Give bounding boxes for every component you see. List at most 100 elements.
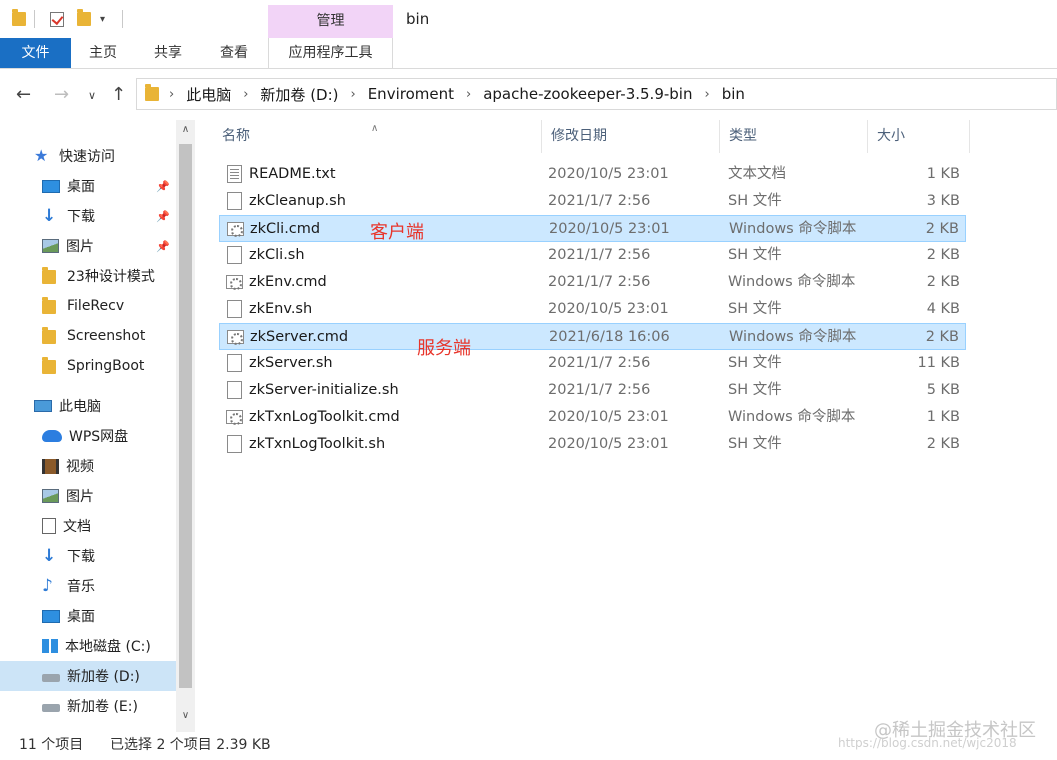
- table-row[interactable]: zkCli.cmd 2020/10/5 23:01 Windows 命令脚本 2…: [219, 215, 966, 242]
- breadcrumb-this-pc[interactable]: 此电脑: [186, 84, 231, 105]
- separator: [122, 9, 123, 29]
- breadcrumb-enviroment[interactable]: Enviroment: [368, 85, 454, 103]
- nav-item-downloads-pc[interactable]: ↓ 下载: [0, 541, 176, 571]
- nav-item-screenshot[interactable]: Screenshot: [0, 321, 176, 351]
- nav-item-desktop[interactable]: 桌面 📌: [0, 171, 176, 201]
- star-icon: ★: [34, 146, 49, 165]
- up-arrow-icon[interactable]: ↑: [111, 84, 126, 105]
- folder-icon: [145, 84, 159, 101]
- file-icon: [227, 354, 242, 372]
- table-row[interactable]: zkServer-initialize.sh 2021/1/7 2:56 SH …: [219, 377, 966, 404]
- tab-view[interactable]: 查看: [202, 38, 266, 68]
- chevron-right-icon[interactable]: ›: [351, 87, 356, 102]
- music-icon: ♪: [42, 576, 53, 596]
- cmd-file-icon: [226, 275, 243, 290]
- column-header-name[interactable]: ∧ 名称: [213, 120, 542, 153]
- tab-home[interactable]: 主页: [72, 38, 134, 68]
- new-folder-icon[interactable]: [77, 9, 91, 29]
- watermark-url: https://blog.csdn.net/wjc2018: [838, 736, 1017, 750]
- cmd-file-icon: [227, 330, 244, 345]
- back-arrow-icon[interactable]: ←: [16, 84, 31, 105]
- ribbon-tabs: 文件 主页 共享 查看 应用程序工具: [0, 38, 1057, 69]
- properties-icon[interactable]: [50, 9, 64, 29]
- table-row[interactable]: zkServer.sh 2021/1/7 2:56 SH 文件 11 KB: [219, 350, 966, 377]
- file-icon: [227, 435, 242, 453]
- nav-item-desktop-pc[interactable]: 桌面: [0, 601, 176, 631]
- column-header-date[interactable]: 修改日期: [542, 120, 720, 153]
- chevron-right-icon[interactable]: ›: [466, 87, 471, 102]
- column-header-size[interactable]: 大小: [868, 120, 970, 153]
- nav-item-pictures[interactable]: 图片 📌: [0, 231, 176, 261]
- table-row[interactable]: zkCli.sh 2021/1/7 2:56 SH 文件 2 KB: [219, 242, 966, 269]
- address-bar[interactable]: › 此电脑 › 新加卷 (D:) › Enviroment › apache-z…: [136, 78, 1057, 110]
- nav-item-videos[interactable]: 视频: [0, 451, 176, 481]
- nav-item-pictures-pc[interactable]: 图片: [0, 481, 176, 511]
- table-row[interactable]: zkCleanup.sh 2021/1/7 2:56 SH 文件 3 KB: [219, 188, 966, 215]
- nav-item-drive-d[interactable]: 新加卷 (D:): [0, 661, 176, 691]
- nav-item-drive-c[interactable]: 本地磁盘 (C:): [0, 631, 176, 661]
- table-row[interactable]: zkEnv.cmd 2021/1/7 2:56 Windows 命令脚本 2 K…: [219, 269, 966, 296]
- navigation-scrollbar[interactable]: ∧ ∨: [176, 120, 195, 732]
- navigation-pane: ★ 快速访问 桌面 📌 ↓ 下载 📌 图片 📌 23种设计模式 FileRecv…: [0, 140, 176, 732]
- annotation-server: 服务端: [417, 338, 471, 359]
- status-item-count: 11 个项目: [19, 737, 84, 753]
- file-icon: [227, 300, 242, 318]
- column-header-type[interactable]: 类型: [720, 120, 868, 153]
- pin-icon: 📌: [156, 179, 170, 193]
- nav-item-music[interactable]: ♪ 音乐: [0, 571, 176, 601]
- folder-icon: [42, 327, 60, 344]
- nav-item-wps-cloud[interactable]: WPS网盘: [0, 421, 176, 451]
- cmd-file-icon: [226, 410, 243, 425]
- windows-drive-icon: [42, 639, 58, 653]
- table-row[interactable]: zkTxnLogToolkit.sh 2020/10/5 23:01 SH 文件…: [219, 431, 966, 458]
- pictures-icon: [42, 239, 59, 253]
- chevron-right-icon[interactable]: ›: [243, 87, 248, 102]
- tab-application-tools[interactable]: 应用程序工具: [268, 38, 393, 68]
- navigation-bar: ← → ∨ ↑ › 此电脑 › 新加卷 (D:) › Enviroment › …: [0, 70, 1057, 118]
- tab-file[interactable]: 文件: [0, 38, 71, 68]
- table-row[interactable]: zkEnv.sh 2020/10/5 23:01 SH 文件 4 KB: [219, 296, 966, 323]
- chevron-right-icon[interactable]: ›: [169, 87, 174, 102]
- download-icon: ↓: [42, 546, 57, 566]
- chevron-right-icon[interactable]: ›: [704, 87, 709, 102]
- nav-item-documents[interactable]: 文档: [0, 511, 176, 541]
- scroll-up-icon[interactable]: ∧: [176, 124, 195, 135]
- desktop-icon: [42, 609, 60, 623]
- scrollbar-thumb[interactable]: [179, 144, 192, 688]
- nav-item-this-pc[interactable]: 此电脑: [0, 391, 176, 421]
- desktop-icon: [42, 179, 60, 193]
- scroll-down-icon[interactable]: ∨: [176, 710, 195, 721]
- customize-quick-access-icon[interactable]: ▾: [100, 9, 105, 29]
- nav-item-downloads[interactable]: ↓ 下载 📌: [0, 201, 176, 231]
- nav-item-drive-e[interactable]: 新加卷 (E:): [0, 691, 176, 721]
- nav-item-quick-access[interactable]: ★ 快速访问: [0, 141, 176, 171]
- nav-item-design-patterns[interactable]: 23种设计模式: [0, 261, 176, 291]
- manage-tab[interactable]: 管理: [268, 5, 393, 38]
- separator: [34, 9, 35, 29]
- this-pc-icon: [34, 400, 52, 412]
- table-row[interactable]: zkTxnLogToolkit.cmd 2020/10/5 23:01 Wind…: [219, 404, 966, 431]
- download-icon: ↓: [42, 206, 57, 226]
- breadcrumb-drive-d[interactable]: 新加卷 (D:): [260, 84, 338, 105]
- title-bar: ▾ 管理 bin: [0, 0, 1057, 38]
- folder-icon: [42, 267, 60, 284]
- text-file-icon: [227, 165, 242, 183]
- drive-icon: [42, 668, 60, 684]
- folder-icon: [12, 9, 26, 29]
- table-row[interactable]: zkServer.cmd 2021/6/18 16:06 Windows 命令脚…: [219, 323, 966, 350]
- nav-item-springboot[interactable]: SpringBoot: [0, 351, 176, 381]
- pictures-icon: [42, 489, 59, 503]
- table-row[interactable]: README.txt 2020/10/5 23:01 文本文档 1 KB: [219, 161, 966, 188]
- file-icon: [227, 192, 242, 210]
- annotation-client: 客户端: [370, 222, 424, 243]
- tab-share[interactable]: 共享: [136, 38, 200, 68]
- nav-item-filerecv[interactable]: FileRecv: [0, 291, 176, 321]
- pin-icon: 📌: [156, 209, 170, 223]
- video-icon: [42, 458, 59, 474]
- breadcrumb-bin[interactable]: bin: [722, 85, 745, 103]
- recent-locations-chevron-icon[interactable]: ∨: [88, 89, 96, 102]
- status-selection: 已选择 2 个项目 2.39 KB: [110, 737, 271, 753]
- breadcrumb-zookeeper[interactable]: apache-zookeeper-3.5.9-bin: [483, 85, 692, 103]
- forward-arrow-icon[interactable]: →: [54, 84, 69, 105]
- documents-icon: [42, 518, 56, 534]
